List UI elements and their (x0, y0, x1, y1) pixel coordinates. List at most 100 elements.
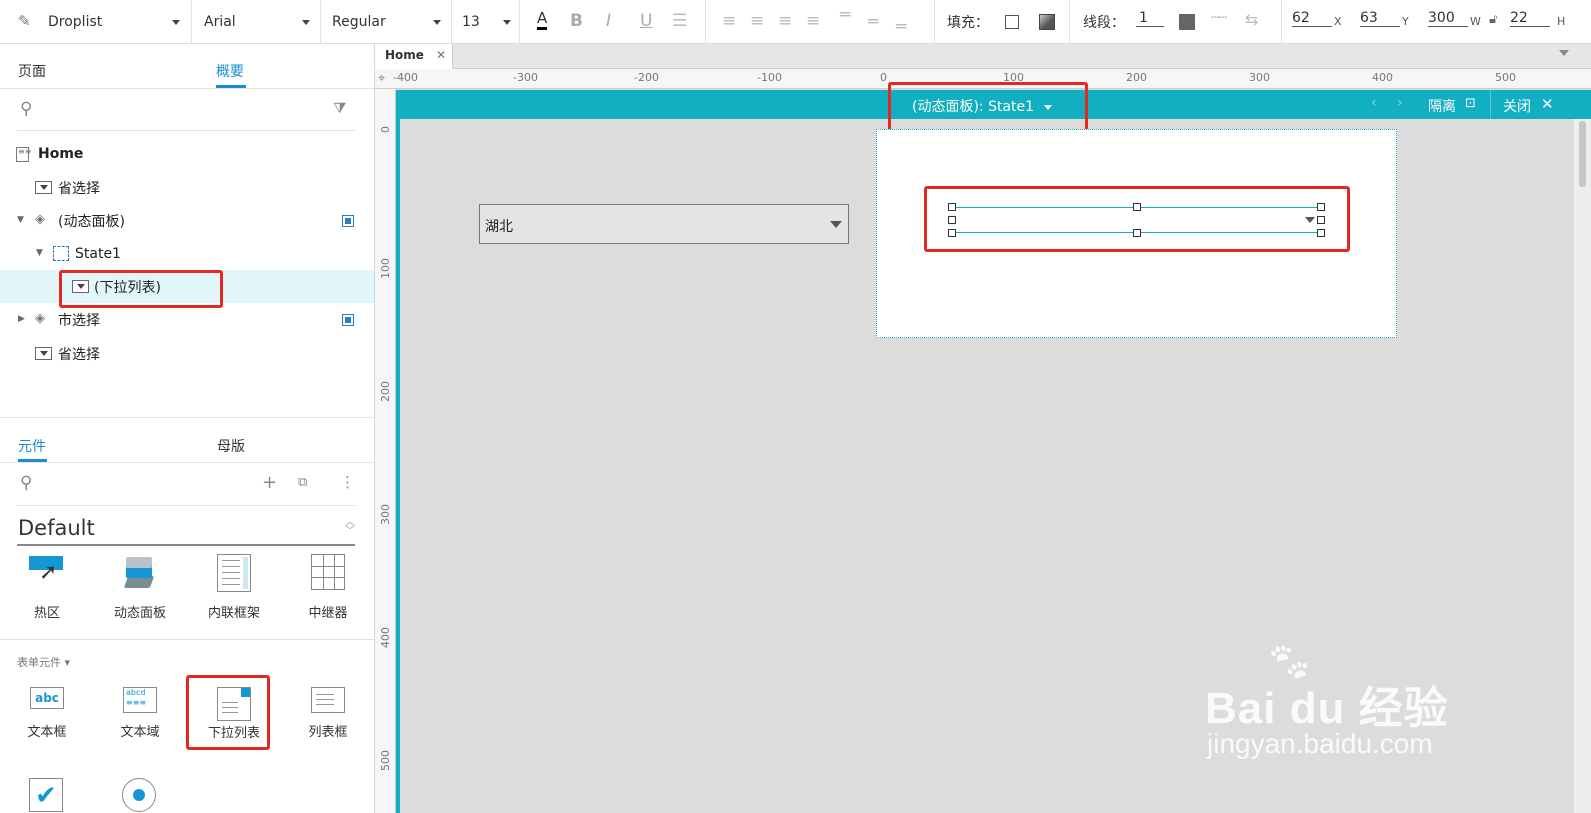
font-size-select[interactable]: 13 (452, 0, 520, 44)
x-input[interactable]: 62 (1292, 10, 1332, 27)
chevron-down-icon (503, 20, 511, 25)
left-panel: 页面 概要 ⚲ ⧩ ≡≡ Home 省选择 ▼ ◈ (动态面板) ▼ State… (0, 44, 375, 813)
add-icon[interactable]: + (262, 472, 277, 493)
bold-icon[interactable]: B (570, 11, 583, 31)
widget-hotspot[interactable]: ➚ 热区 (7, 554, 87, 621)
tree-item-label: 省选择 (58, 180, 100, 197)
arrow-style-icon[interactable]: ⇆ (1245, 10, 1258, 29)
divider (0, 88, 374, 89)
close-state-button[interactable]: 关闭 (1503, 96, 1531, 116)
align-justify-icon[interactable]: ≡ (806, 11, 820, 31)
search-icon[interactable]: ⚲ (20, 473, 32, 493)
widget-text-area[interactable]: abcd ≡≡≡ 文本域 (100, 687, 180, 740)
chevron-down-icon (302, 20, 310, 25)
isolate-icon[interactable]: ⊡ (1465, 96, 1476, 111)
toolbar: ✎ Droplist Arial Regular 13 A B I U ☰ ≡ … (0, 0, 1591, 44)
collapse-arrow-icon[interactable]: ▼ (17, 215, 24, 225)
library-select-arrows-icon[interactable]: ︿ ﹀ (345, 518, 355, 537)
tab-outline[interactable]: 概要 (216, 61, 244, 81)
tree-item-home[interactable]: ≡≡ Home (0, 137, 374, 170)
font-color-icon[interactable]: A (537, 9, 548, 30)
width-input[interactable]: 300 (1428, 10, 1468, 27)
expand-arrow-icon[interactable]: ▶ (18, 314, 25, 324)
fill-color-swatch[interactable] (1005, 15, 1019, 29)
scrollbar-thumb[interactable] (1579, 121, 1586, 187)
ruler-label: 400 (379, 627, 392, 648)
close-icon[interactable]: ✕ (1541, 95, 1554, 113)
widget-inline-frame[interactable]: 内联框架 (194, 554, 274, 621)
radio-button-icon[interactable] (122, 778, 156, 812)
next-state-icon[interactable]: › (1397, 95, 1403, 111)
stroke-width-input[interactable]: 1 (1136, 10, 1164, 27)
layers-icon: ◈ (35, 311, 45, 326)
stroke-pattern-icon[interactable]: ┄┄ (1211, 10, 1227, 26)
edit-icon: ✎ (18, 12, 31, 30)
form-widgets-section[interactable]: 表单元件 ▾ (17, 654, 70, 670)
prev-state-icon[interactable]: ‹ (1371, 95, 1377, 111)
widget-label: 文本域 (120, 725, 160, 740)
tree-item-province-select-2[interactable]: 省选择 (0, 337, 374, 370)
widget-list-box[interactable]: 列表框 (288, 687, 368, 740)
visibility-toggle[interactable] (342, 314, 354, 326)
widget-dynamic-panel[interactable]: 动态面板 (100, 554, 180, 621)
chevron-down-icon[interactable] (1559, 50, 1569, 56)
widget-type-select[interactable]: ✎ Droplist (0, 0, 192, 44)
align-middle-icon[interactable]: ═ (868, 12, 878, 32)
more-icon[interactable]: ⋮ (340, 473, 355, 491)
visibility-toggle[interactable] (342, 215, 354, 227)
align-bottom-icon[interactable]: ═ (896, 17, 906, 37)
align-right-icon[interactable]: ≡ (778, 11, 792, 31)
tree-item-province-select[interactable]: 省选择 (0, 171, 374, 204)
state-icon (53, 246, 69, 261)
library-name[interactable]: Default (18, 516, 95, 540)
fill-label: 填充： (947, 15, 989, 31)
chevron-down-icon (172, 20, 180, 25)
widget-label: 列表框 (308, 725, 348, 740)
align-top-icon[interactable]: ═ (840, 5, 850, 25)
widget-label: 文本框 (27, 725, 67, 740)
widget-label: 中继器 (308, 606, 348, 621)
tab-masters[interactable]: 母版 (217, 436, 245, 456)
height-input[interactable]: 22 (1510, 10, 1550, 27)
font-family-select[interactable]: Arial (192, 0, 321, 44)
province-droplist[interactable]: 湖北 (479, 204, 849, 244)
tree-item-dynamic-panel[interactable]: ▼ ◈ (动态面板) (0, 204, 374, 237)
underline-icon[interactable]: U (640, 11, 652, 31)
text-area-icon: abcd ≡≡≡ (123, 687, 157, 713)
widget-text-field[interactable]: abc 文本框 (7, 687, 87, 740)
layers-icon: ◈ (35, 212, 45, 227)
ruler-label: 500 (1495, 71, 1516, 84)
align-center-icon[interactable]: ≡ (750, 11, 764, 31)
collapse-arrow-icon[interactable]: ▼ (36, 248, 43, 258)
italic-icon[interactable]: I (606, 11, 611, 31)
tree-item-state1[interactable]: ▼ State1 (0, 237, 374, 270)
y-label: Y (1402, 15, 1409, 28)
ruler-label: -400 (393, 71, 418, 84)
bullet-list-icon[interactable]: ☰ (672, 11, 687, 31)
close-icon[interactable]: ✕ (436, 48, 446, 62)
lock-icon[interactable]: 🔓︎ (1489, 12, 1497, 27)
isolate-button[interactable]: 隔离 (1428, 96, 1456, 116)
list-box-icon (311, 687, 345, 713)
highlight-box (186, 675, 270, 750)
tree-item-label: 市选择 (58, 312, 100, 329)
tab-pages[interactable]: 页面 (18, 61, 46, 81)
tab-widgets[interactable]: 元件 (18, 436, 46, 456)
font-style-select[interactable]: Regular (321, 0, 452, 44)
align-left-icon[interactable]: ≡ (722, 11, 736, 31)
widget-label: 内联框架 (207, 606, 260, 621)
stroke-color-swatch[interactable] (1179, 14, 1195, 30)
library-underline (17, 544, 355, 546)
page-tab-home[interactable]: Home ✕ (375, 44, 453, 69)
filter-icon[interactable]: ⧩ (333, 99, 346, 117)
y-input[interactable]: 63 (1360, 10, 1400, 27)
layers-icon (122, 554, 158, 594)
shadow-icon[interactable] (1039, 14, 1055, 30)
checkbox-icon[interactable]: ✔ (29, 778, 63, 812)
copy-library-icon[interactable]: ⧉ (298, 475, 307, 490)
widget-repeater[interactable]: 中继器 (288, 554, 368, 621)
tree-item-label: Home (38, 145, 84, 162)
width-label: W (1470, 15, 1481, 28)
search-icon[interactable]: ⚲ (20, 99, 32, 119)
vertical-scrollbar[interactable] (1574, 119, 1591, 813)
